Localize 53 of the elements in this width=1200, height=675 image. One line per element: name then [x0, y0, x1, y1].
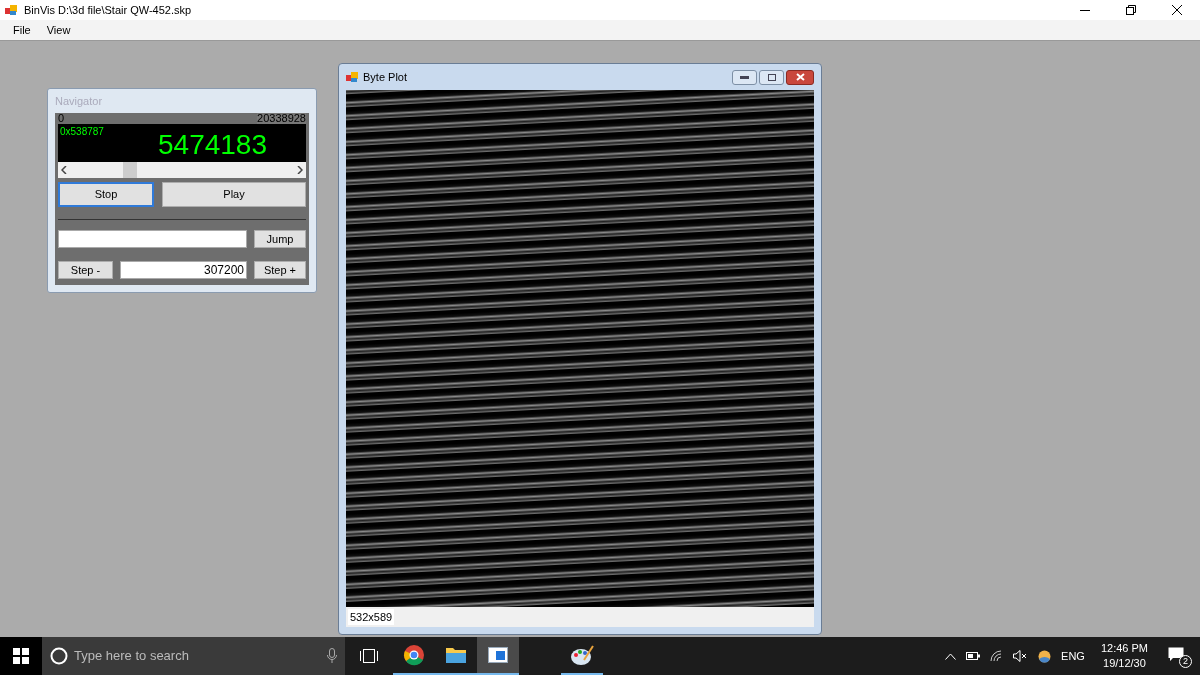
offset-value: 5474183 [158, 129, 267, 161]
app-icon [5, 4, 17, 16]
windows-logo-icon [13, 648, 29, 664]
range-start: 0 [58, 113, 65, 124]
scroll-thumb[interactable] [123, 162, 138, 178]
search-box[interactable]: Type here to search [42, 637, 345, 675]
scroll-bar[interactable] [58, 162, 306, 178]
jump-button[interactable]: Jump [254, 230, 306, 248]
minimize-button[interactable] [732, 69, 757, 85]
browser-icon [403, 644, 425, 666]
clock-date: 19/12/30 [1103, 656, 1146, 671]
restore-icon [1126, 5, 1136, 15]
close-icon [1172, 5, 1182, 15]
close-button[interactable] [786, 69, 814, 85]
notification-count: 2 [1179, 655, 1192, 668]
battery-icon [966, 652, 981, 660]
folder-icon [445, 646, 467, 664]
minimize-icon [740, 75, 749, 79]
step-plus-button[interactable]: Step + [254, 261, 306, 279]
wifi-icon [990, 650, 1004, 662]
microphone-icon [327, 648, 337, 664]
start-button[interactable] [0, 637, 42, 675]
maximize-icon [767, 73, 776, 81]
search-icon [50, 647, 68, 665]
app-icon [346, 71, 358, 83]
status-text: 532x589 [348, 608, 395, 626]
step-minus-button[interactable]: Step - [58, 261, 113, 279]
play-button[interactable]: Play [162, 182, 306, 207]
jump-field[interactable] [58, 230, 247, 248]
palette-icon [570, 644, 594, 666]
clock-time: 12:46 PM [1100, 641, 1148, 656]
task-view-icon [360, 649, 378, 663]
window-icon [488, 647, 508, 663]
hex-offset: 0x538787 [60, 125, 104, 139]
taskbar-app[interactable] [477, 637, 519, 675]
clock[interactable]: 12:46 PM 19/12/30 [1094, 641, 1154, 671]
maximize-button[interactable] [759, 69, 784, 85]
close-icon [795, 73, 805, 81]
menu-item[interactable]: View [46, 21, 71, 39]
language-indicator[interactable]: ENG [1061, 647, 1085, 665]
weather-icon [1038, 649, 1052, 663]
window-title: Navigator [55, 93, 104, 109]
menu-item[interactable]: File [13, 21, 31, 39]
window-title: Byte Plot [363, 69, 408, 85]
speaker-muted-icon [1013, 650, 1029, 662]
search-placeholder: Type here to search [74, 647, 189, 666]
action-center-icon[interactable] [1168, 647, 1184, 662]
window-title: BinVis D:\3d file\Stair QW-452.skp [24, 2, 192, 18]
step-size-field[interactable]: 307200 [120, 261, 247, 279]
range-end: 20338928 [257, 113, 306, 124]
stop-button[interactable]: Stop [58, 182, 154, 207]
chevron-up-icon [945, 652, 957, 660]
minimize-icon [1080, 9, 1090, 11]
